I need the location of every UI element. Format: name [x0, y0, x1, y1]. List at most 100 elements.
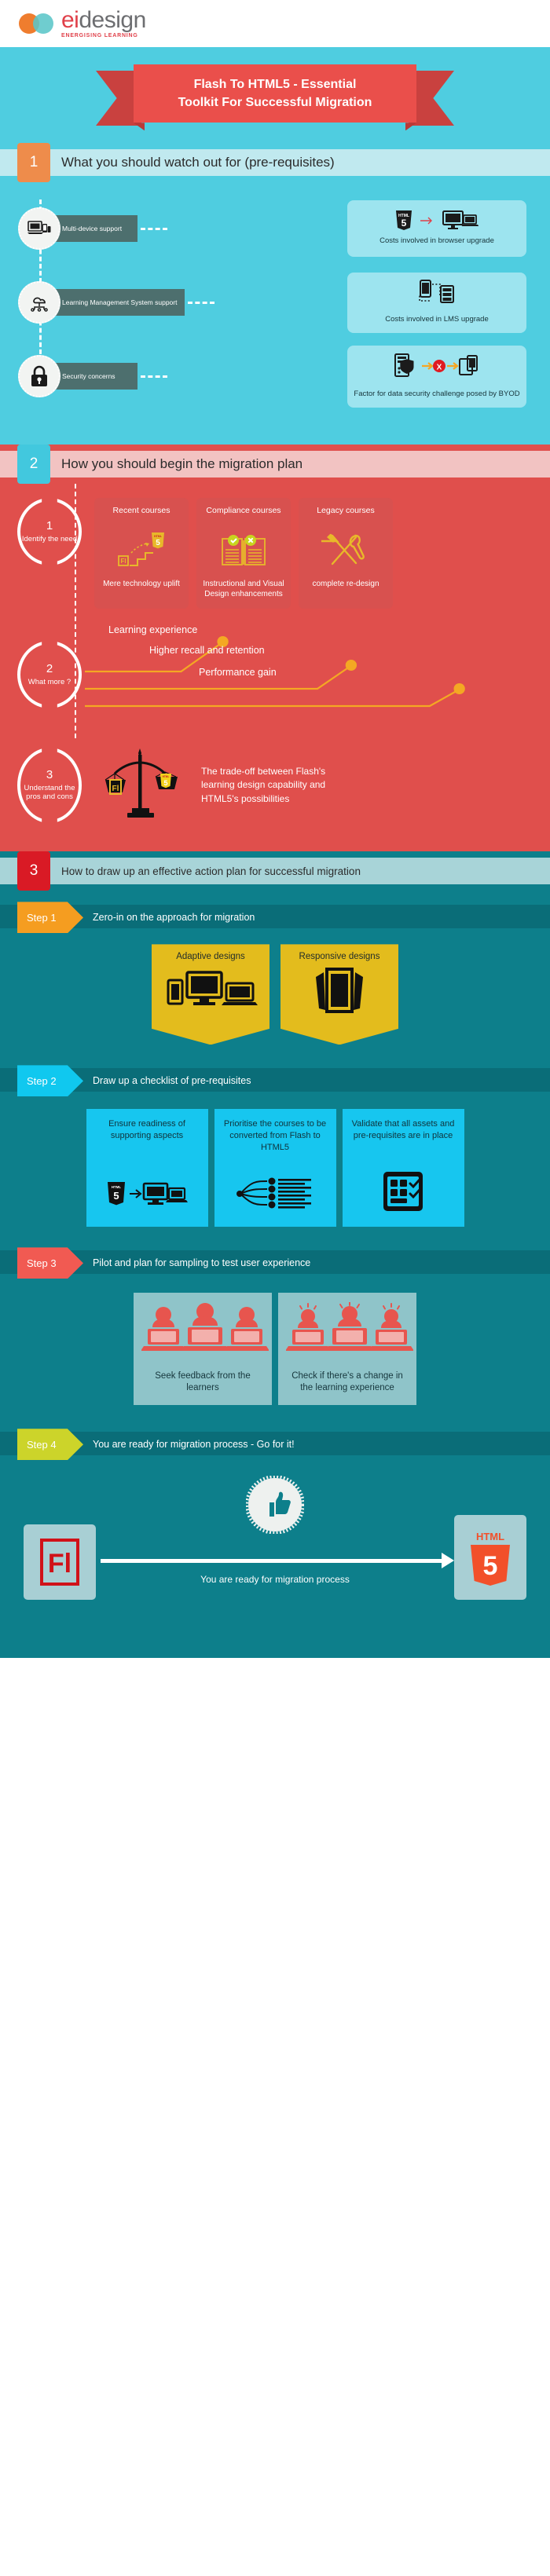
migration-step-whatmore: 2 What more ? Learning experience Higher… [0, 624, 550, 723]
design-approach-card: Adaptive designs [152, 944, 270, 1045]
svg-text:HTML: HTML [476, 1531, 504, 1542]
tablet-checklist-icon [376, 1163, 431, 1216]
step-ring: 3 Understand the pros and cons [17, 747, 82, 823]
migration-step-identify: 1 Identify the need Recent courses Fl HTM… [0, 498, 550, 609]
svg-text:HTML: HTML [154, 535, 163, 538]
course-type-card: Recent courses Fl HTML 5 Mere technology u… [94, 498, 189, 609]
checklist-card: Ensure readiness of supporting aspects H… [86, 1109, 208, 1228]
migration-step-proscons: 3 Understand the pros and cons Fl HTML 5 T… [0, 745, 550, 825]
prerequisite-label: Multi-device support [50, 215, 138, 243]
section-1-header: 1 What you should watch out for (pre-req… [0, 143, 550, 183]
banner-title-line1: Flash To HTML5 - Essential [193, 78, 357, 91]
step-1-title: Zero-in on the approach for migration [93, 912, 255, 924]
svg-text:5: 5 [163, 779, 167, 787]
card-title: Adaptive designs [176, 952, 245, 962]
section-3-number: 3 [17, 851, 50, 891]
responsive-device-icon [287, 966, 392, 1019]
adaptive-devices-icon [158, 966, 263, 1019]
prerequisite-row: Security concerns X Factor for data secu… [0, 345, 550, 408]
mobile-to-server-icon [412, 279, 461, 310]
server-shield-blocked-devices-icon: X [394, 353, 480, 385]
card-title: Validate that all assets and pre-requisi… [351, 1119, 455, 1141]
step-1-cards: Adaptive designs Responsive designs [0, 944, 550, 1045]
section-1-title: What you should watch out for (pre-requi… [61, 155, 335, 170]
course-type-card: Legacy courses complete re-design [299, 498, 393, 609]
wrench-screwdriver-icon [317, 531, 370, 573]
svg-text:HTML: HTML [163, 775, 170, 778]
checklist-card: Validate that all assets and pre-requisi… [342, 1109, 464, 1228]
card-bottom-text: complete re-design [312, 580, 380, 589]
benefit-label: Performance gain [199, 667, 277, 679]
final-caption: You are ready for migration process [200, 1574, 350, 1586]
section-3: 3 How to draw up an effective action pla… [0, 851, 550, 1659]
balance-scales-flash-html5-icon: Fl HTML 5 [96, 745, 187, 825]
card-title: Compliance courses [206, 506, 281, 516]
panel-caption: Costs involved in LMS upgrade [385, 314, 489, 324]
banner-title-line2: Toolkit For Successful Migration [178, 96, 372, 110]
pilot-card: Seek feedback from the learners [134, 1293, 272, 1406]
section-2: 2 How you should begin the migration pla… [0, 445, 550, 852]
connector-dashed [188, 301, 215, 304]
svg-text:Fl: Fl [120, 558, 126, 565]
section-1-rows: Multi-device support HTML 5 Costs involve… [0, 199, 550, 408]
svg-text:5: 5 [113, 1190, 119, 1202]
prerequisite-label: Security concerns [50, 363, 138, 390]
step-3-header: Step 3 Pilot and plan for sampling to te… [0, 1247, 550, 1279]
prerequisite-row: Multi-device support HTML 5 Costs involve… [0, 199, 550, 258]
pilot-card: Check if there's a change in the learnin… [278, 1293, 416, 1406]
card-title: Prioritise the courses to be converted f… [223, 1119, 327, 1153]
step-ring-number: 3 [46, 768, 53, 782]
brand-tagline: ENERGISING LEARNING [61, 33, 138, 38]
cloud-lms-icon [18, 281, 60, 324]
step-ring: 1 Identify the need [17, 498, 82, 566]
section-2-number: 2 [17, 445, 50, 485]
three-learners-idea-icon [285, 1301, 414, 1363]
step-2-cards: Ensure readiness of supporting aspects H… [0, 1109, 550, 1228]
benefit-branches: Learning experience Higher recall and re… [85, 624, 550, 723]
tradeoff-block: Fl HTML 5 The trade-off between Flash's le… [96, 745, 335, 825]
brand-name-prefix: ei [61, 7, 79, 33]
prerequisite-label: Learning Management System support [50, 289, 185, 317]
section-2-body: 1 Identify the need Recent courses Fl HTM… [0, 484, 550, 825]
svg-text:Fl: Fl [112, 785, 119, 793]
brand-header: eidesign ENERGISING LEARNING [0, 0, 550, 47]
prerequisite-row: Learning Management System support Costs… [0, 272, 550, 333]
prerequisite-panel: Costs involved in LMS upgrade [347, 272, 526, 333]
panel-caption: Factor for data security challenge posed… [354, 389, 520, 398]
card-title: Recent courses [112, 506, 170, 516]
connector-dashed [141, 375, 167, 378]
branch-lines [85, 636, 465, 708]
html5-target-box: HTML 5 [454, 1515, 526, 1601]
flash-stairs-html5-icon: Fl HTML 5 [117, 531, 166, 573]
step-ring-caption: Understand the pros and cons [24, 783, 75, 802]
checklist-flow-icon [233, 1168, 317, 1216]
benefit-label: Learning experience [108, 624, 198, 636]
brand-name-suffix: design [79, 7, 146, 33]
benefit-label: Higher recall and retention [149, 645, 265, 657]
open-book-check-cross-icon [219, 531, 268, 573]
step-2-header: Step 2 Draw up a checklist of pre-requis… [0, 1065, 550, 1097]
card-caption: Check if there's a change in the learnin… [292, 1371, 403, 1393]
banner-title: Flash To HTML5 - Essential Toolkit For S… [134, 64, 416, 131]
card-title: Responsive designs [299, 952, 380, 962]
section-2-title: How you should begin the migration plan [61, 456, 303, 472]
section-3-title: How to draw up an effective action plan … [61, 865, 361, 877]
svg-text:5: 5 [156, 539, 160, 547]
step-3-cards: Seek feedback from the learners Check if… [0, 1293, 550, 1406]
course-type-cards: Recent courses Fl HTML 5 Mere technology u… [94, 498, 393, 609]
step-2-title: Draw up a checklist of pre-requisites [93, 1075, 251, 1087]
step-4-final-flow: Fl HTML 5 You are ready for migration pro… [0, 1475, 550, 1622]
design-approach-card: Responsive designs [280, 944, 398, 1045]
card-title: Ensure readiness of supporting aspects [108, 1119, 185, 1141]
checklist-card: Prioritise the courses to be converted f… [214, 1109, 336, 1228]
prerequisite-panel: HTML 5 Costs involved in browser upgrade [347, 200, 526, 258]
step-ring-caption: What more ? [28, 677, 72, 686]
step-1-header: Step 1 Zero-in on the approach for migra… [0, 902, 550, 934]
svg-text:Fl: Fl [48, 1549, 72, 1579]
flash-source-box: Fl [24, 1524, 96, 1601]
section-2-header: 2 How you should begin the migration pla… [0, 445, 550, 485]
padlock-icon [18, 355, 60, 398]
step-ring-caption: Identify the need [21, 534, 78, 543]
svg-text:5: 5 [483, 1551, 498, 1581]
multi-device-icon [18, 207, 60, 251]
